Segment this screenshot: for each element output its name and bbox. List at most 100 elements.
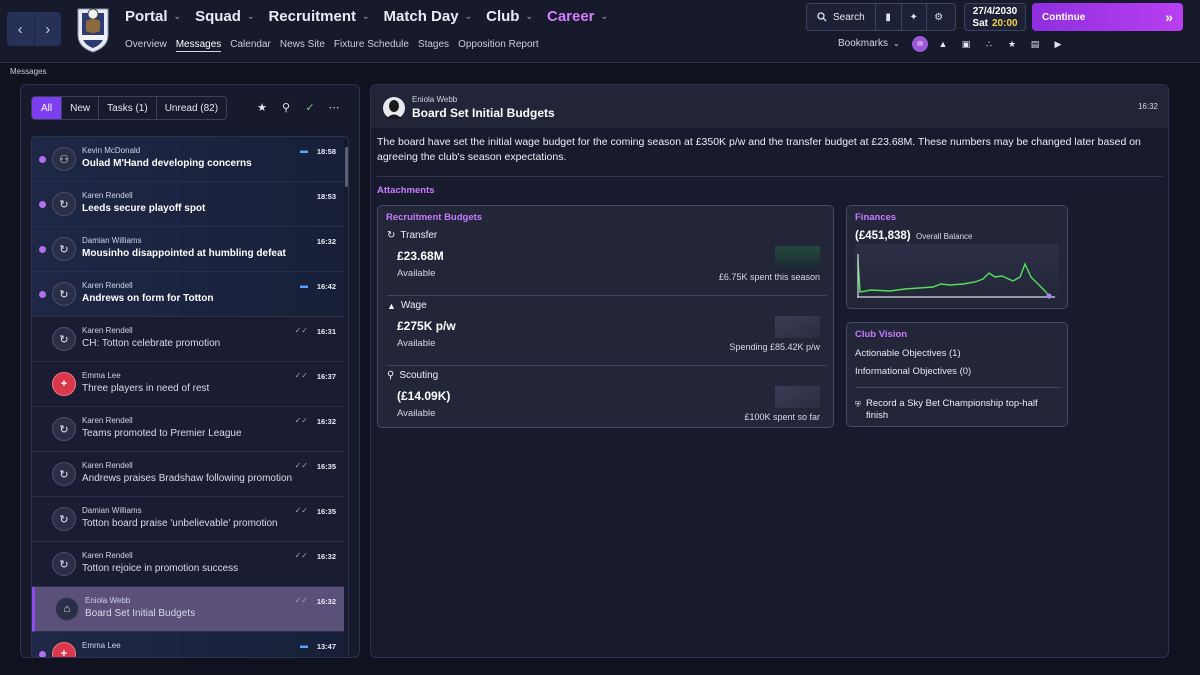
- wage-label: Wage: [400, 300, 427, 311]
- bookmark-button[interactable]: ▮: [876, 4, 901, 30]
- message-subject: Oulad M'Hand developing concerns: [82, 158, 252, 169]
- overall-balance-label: Overall Balance: [916, 232, 973, 241]
- message-item[interactable]: ⌂ Eniola Webb Board Set Initial Budgets ✓✓ 1…: [32, 587, 344, 632]
- message-sender: Karen Rendell: [82, 551, 133, 560]
- message-list-scrollbar[interactable]: [345, 147, 348, 187]
- nav-portal[interactable]: Portal ⌄: [125, 8, 181, 25]
- message-item[interactable]: + Emma Lee Three players in need of rest ✓✓…: [32, 362, 344, 407]
- club-vision-card[interactable]: Club Vision Actionable Objectives (1) In…: [846, 322, 1068, 427]
- message-item[interactable]: ↻ Karen Rendell Andrews on form for Totton…: [32, 272, 344, 317]
- star-icon[interactable]: ★: [257, 100, 267, 114]
- nav-squad[interactable]: Squad ⌄: [195, 8, 254, 25]
- game-date[interactable]: 27/4/2030 Sat 20:00: [964, 3, 1026, 31]
- message-subject: Andrews praises Bradshaw following promo…: [82, 473, 293, 484]
- message-sender: Karen Rendell: [82, 416, 133, 425]
- unread-dot: [39, 651, 46, 657]
- tactics-icon[interactable]: ∴: [981, 36, 997, 52]
- message-item[interactable]: ↻ Karen Rendell Teams promoted to Premier …: [32, 407, 344, 452]
- transfer-budget-row[interactable]: ↻ Transfer £23.68M Available £6.75K spent…: [378, 226, 833, 296]
- message-subject: Board Set Initial Budgets: [412, 106, 555, 120]
- read-check-icon: ✓✓: [294, 506, 308, 515]
- transfer-value: £23.68M: [397, 249, 444, 263]
- more-options-icon[interactable]: ⋯: [329, 100, 340, 114]
- filter-new[interactable]: New: [61, 97, 98, 119]
- kit-icon[interactable]: ▲: [935, 36, 951, 52]
- subnav-overview[interactable]: Overview: [125, 39, 167, 52]
- megaphone-icon[interactable]: ▶: [1050, 36, 1066, 52]
- unread-dot: [39, 201, 46, 208]
- subnav-stages[interactable]: Stages: [418, 39, 449, 52]
- notes-icon[interactable]: ▤: [1027, 36, 1043, 52]
- gear-icon: ⚙: [934, 11, 944, 23]
- message-sender: Damian Williams: [82, 236, 142, 245]
- transfer-sparkline: [775, 246, 820, 268]
- transfer-sub: Available: [397, 268, 436, 279]
- news-icon: ↻: [52, 192, 76, 216]
- bookmarks-label: Bookmarks: [838, 38, 889, 49]
- help-button[interactable]: ✦: [900, 4, 926, 30]
- recruitment-budgets-title: Recruitment Budgets: [386, 212, 483, 223]
- inbox-badge-icon[interactable]: ✉: [912, 36, 928, 52]
- subnav-fixture-schedule[interactable]: Fixture Schedule: [334, 39, 409, 52]
- continue-button[interactable]: Continue »: [1032, 3, 1183, 31]
- nav-recruitment[interactable]: Recruitment ⌄: [268, 8, 369, 25]
- message-subject: Totton rejoice in promotion success: [82, 563, 239, 574]
- recruitment-budgets-card[interactable]: Recruitment Budgets ↻ Transfer £23.68M Av…: [377, 205, 834, 428]
- subnav-opposition-report[interactable]: Opposition Report: [458, 39, 539, 52]
- breadcrumb: Messages: [10, 67, 47, 76]
- nav-match-day[interactable]: Match Day ⌄: [384, 8, 473, 25]
- settings-button[interactable]: ⚙: [925, 4, 951, 30]
- filter-unread[interactable]: Unread (82): [155, 97, 226, 119]
- vision-objective: ⛨ Record a Sky Bet Championship top-half…: [855, 398, 1061, 422]
- refresh-icon: ↻: [387, 230, 396, 241]
- message-sender: Damian Williams: [82, 506, 142, 515]
- subnav-calendar[interactable]: Calendar: [230, 39, 271, 52]
- back-arrow-icon[interactable]: ‹: [7, 12, 34, 46]
- scouting-budget-row[interactable]: ⚲ Scouting (£14.09K) Available £100K spen…: [378, 366, 833, 436]
- search-icon[interactable]: ⚲: [281, 100, 291, 114]
- message-item[interactable]: ↻ Karen Rendell Totton rejoice in promotio…: [32, 542, 344, 587]
- filter-tasks[interactable]: Tasks (1): [98, 97, 156, 119]
- sender-avatar: [383, 97, 405, 119]
- scouting-label: Scouting: [399, 370, 439, 381]
- news-icon: ↻: [52, 507, 76, 531]
- read-check-icon: ✓✓: [294, 371, 308, 380]
- medical-icon: +: [52, 642, 76, 657]
- read-check-icon: ✓✓: [294, 416, 308, 425]
- chevron-down-icon: ⌄: [600, 11, 609, 21]
- filter-all[interactable]: All: [32, 97, 62, 119]
- wage-value: £275K p/w: [397, 319, 456, 333]
- subnav-news-site[interactable]: News Site: [280, 39, 325, 52]
- message-item[interactable]: ↻ Karen Rendell CH: Totton celebrate promo…: [32, 317, 344, 362]
- news-icon: ↻: [52, 237, 76, 261]
- message-item[interactable]: ↻ Damian Williams Mousinho disappointed at…: [32, 227, 344, 272]
- message-item[interactable]: ⚇ Kevin McDonald Oulad M'Hand developing c…: [32, 137, 344, 182]
- message-time: 16:32: [316, 417, 336, 426]
- balance-chart: [855, 244, 1059, 302]
- mark-read-icon[interactable]: ✓: [305, 100, 315, 114]
- message-item[interactable]: ↻ Karen Rendell Leeds secure playoff spot 1…: [32, 182, 344, 227]
- subnav-messages[interactable]: Messages: [175, 39, 222, 52]
- chat-bubble-icon: ▬: [300, 281, 308, 290]
- message-subject: CH: Totton celebrate promotion: [82, 338, 221, 349]
- message-item[interactable]: ↻ Karen Rendell Andrews praises Bradshaw f…: [32, 452, 344, 497]
- medical-icon: +: [52, 372, 76, 396]
- nav-club[interactable]: Club ⌄: [486, 8, 533, 25]
- message-sender: Karen Rendell: [82, 281, 133, 290]
- forward-arrow-icon[interactable]: ›: [33, 12, 62, 46]
- finances-card[interactable]: Finances (£451,838) Overall Balance: [846, 205, 1068, 309]
- message-time: 16:35: [316, 507, 336, 516]
- top-toolbar: Search ▮ ✦ ⚙: [806, 3, 956, 31]
- message-time: 16:32: [316, 237, 336, 246]
- bookmarks-dropdown[interactable]: Bookmarks ⌄: [838, 38, 900, 49]
- wage-budget-row[interactable]: ▲ Wage £275K p/w Available Spending £85.4…: [378, 296, 833, 366]
- message-item[interactable]: + Emma Lee ▬ 13:47: [32, 632, 344, 657]
- message-body: The board have set the initial wage budg…: [377, 136, 1141, 163]
- clipboard-icon[interactable]: ▣: [958, 36, 974, 52]
- search-button[interactable]: Search: [807, 4, 876, 30]
- message-item[interactable]: ↻ Damian Williams Totton board praise 'unb…: [32, 497, 344, 542]
- trophy-icon[interactable]: ★: [1004, 36, 1020, 52]
- wage-sub: Available: [397, 338, 436, 349]
- club-badge-logo[interactable]: [74, 5, 112, 53]
- nav-career[interactable]: Career ⌄: [547, 8, 608, 25]
